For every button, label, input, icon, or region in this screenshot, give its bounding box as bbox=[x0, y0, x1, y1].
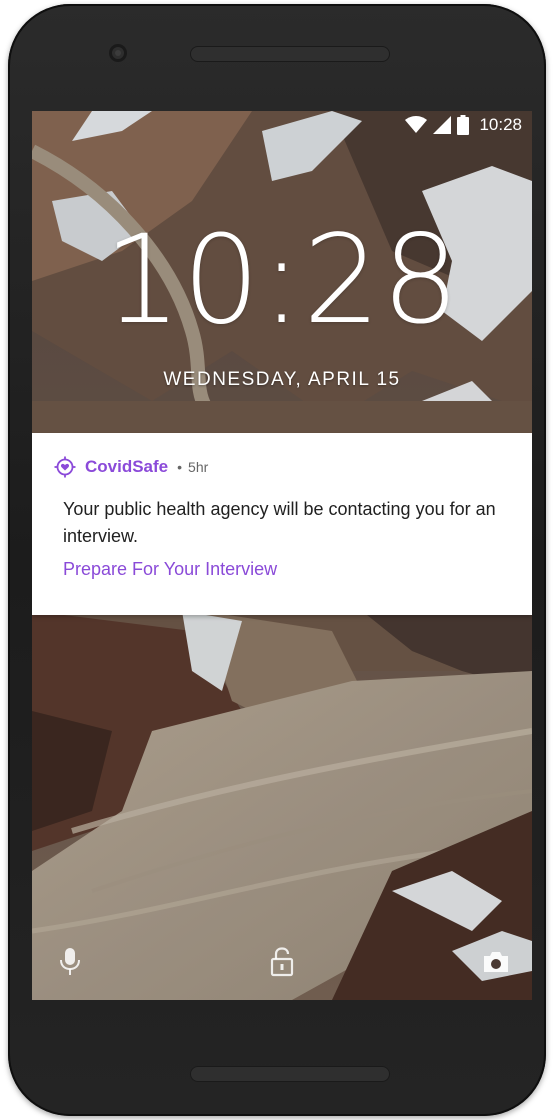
status-time: 10:28 bbox=[479, 115, 522, 134]
lock-icon[interactable] bbox=[266, 944, 298, 980]
bottom-speaker-grille bbox=[190, 1066, 390, 1082]
lockscreen-date: WEDNESDAY, APRIL 15 bbox=[163, 369, 401, 390]
status-bar: 10:28 bbox=[32, 111, 532, 139]
lockscreen-shortcuts bbox=[32, 944, 532, 984]
battery-icon bbox=[457, 115, 470, 135]
camera-icon[interactable] bbox=[480, 944, 512, 980]
wifi-icon bbox=[405, 116, 428, 133]
notification-body: Your public health agency will be contac… bbox=[63, 499, 496, 546]
lockscreen-clock: 10:28 bbox=[103, 209, 461, 351]
front-camera bbox=[109, 44, 127, 62]
microphone-icon[interactable] bbox=[54, 944, 86, 980]
lock-screen: 10:28 10:28 WEDNESDAY, APRIL 15 CovidSaf… bbox=[32, 111, 532, 1000]
notification-time: 5hr bbox=[188, 459, 209, 475]
top-speaker-grille bbox=[190, 46, 390, 62]
notification-header: CovidSafe • 5hr bbox=[54, 455, 208, 479]
status-icons: 10:28 bbox=[405, 115, 522, 135]
notification-card[interactable]: CovidSafe • 5hr Your public health agenc… bbox=[32, 433, 532, 615]
covidsafe-heart-target-icon bbox=[54, 456, 76, 478]
notification-app-name: CovidSafe bbox=[85, 457, 169, 476]
notification-separator: • bbox=[177, 459, 183, 475]
cell-signal-icon bbox=[433, 116, 452, 134]
prepare-interview-action[interactable]: Prepare For Your Interview bbox=[63, 559, 277, 580]
